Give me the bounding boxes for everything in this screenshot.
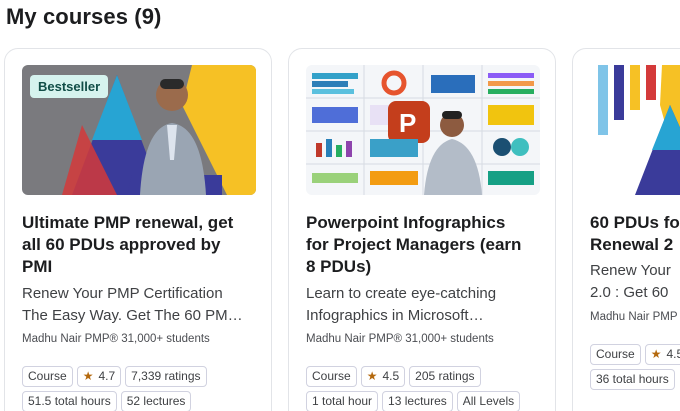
- course-description: Learn to create eye-catching Infographic…: [306, 283, 555, 327]
- total-hours: 1 total hour: [306, 391, 379, 411]
- course-meta: Course ★ 4.5 36 total hours: [590, 344, 680, 394]
- course-thumbnail[interactable]: Bestseller: [22, 65, 256, 195]
- star-icon: ★: [650, 347, 662, 361]
- course-title-line: all 60 PDUs approved by: [22, 235, 221, 254]
- rating-value: 4.5: [666, 347, 680, 361]
- course-card[interactable]: Bestseller Ultimate PMP renewal, get all…: [4, 48, 272, 411]
- ratings-count: 205 ratings: [409, 366, 481, 387]
- course-description-line: Renew Your PMP Certification: [22, 285, 223, 302]
- course-title-line: for Project Managers (earn: [306, 235, 522, 254]
- course-description-line: Infographics in Microsoft…: [306, 307, 484, 324]
- total-hours: 36 total hours: [590, 369, 675, 390]
- lecture-count: 52 lectures: [120, 391, 192, 411]
- course-thumbnail-image: P: [306, 65, 540, 195]
- star-icon: ★: [82, 369, 94, 383]
- course-title[interactable]: Ultimate PMP renewal, get all 60 PDUs ap…: [22, 212, 271, 278]
- course-author: Madhu Nair PMP® 31,000+ students: [306, 333, 494, 345]
- page-title: My courses (9): [6, 4, 162, 29]
- total-hours: 51.5 total hours: [22, 391, 117, 411]
- course-title[interactable]: 60 PDUs fo Renewal 2: [590, 212, 680, 256]
- course-thumbnail-image: [590, 65, 680, 195]
- course-description-line: Learn to create eye-catching: [306, 285, 497, 302]
- course-description: Renew Your PMP Certification The Easy Wa…: [22, 283, 271, 327]
- course-title-line: Ultimate PMP renewal, get: [22, 213, 234, 232]
- course-thumbnail[interactable]: P: [306, 65, 540, 195]
- course-title[interactable]: Powerpoint Infographics for Project Mana…: [306, 212, 555, 278]
- star-icon: ★: [366, 369, 378, 383]
- course-description: Renew Your 2.0 : Get 60: [590, 260, 680, 304]
- course-description-line: 2.0 : Get 60: [590, 284, 669, 301]
- course-description-line: Renew Your: [590, 262, 671, 279]
- course-meta: Course ★ 4.7 7,339 ratings 51.5 total hou…: [22, 366, 271, 411]
- course-description-line: The Easy Way. Get The 60 PM…: [22, 307, 243, 324]
- rating-pill: ★ 4.5: [360, 366, 406, 387]
- course-title-line: 60 PDUs fo: [590, 213, 680, 232]
- course-card[interactable]: 60 PDUs fo Renewal 2 Renew Your 2.0 : Ge…: [572, 48, 680, 411]
- lecture-count: 13 lectures: [382, 391, 453, 411]
- course-type-tag: Course: [590, 344, 641, 365]
- level-tag: All Levels: [456, 391, 521, 411]
- rating-pill: ★ 4.5: [644, 344, 680, 365]
- course-meta: Course ★ 4.5 205 ratings 1 total hour 13 …: [306, 366, 555, 411]
- course-author: Madhu Nair PMP® 31,000+ students: [22, 333, 210, 345]
- rating-value: 4.5: [382, 369, 400, 383]
- rating-value: 4.7: [98, 369, 116, 383]
- course-title-line: Renewal 2: [590, 235, 674, 254]
- rating-pill: ★ 4.7: [76, 366, 122, 387]
- svg-text:P: P: [399, 108, 416, 138]
- course-title-line: 8 PDUs): [306, 257, 372, 276]
- course-card[interactable]: P Powerpoint Infographics for Project Ma…: [288, 48, 556, 411]
- bestseller-badge: Bestseller: [30, 75, 109, 98]
- course-author: Madhu Nair PMP: [590, 311, 678, 323]
- course-type-tag: Course: [22, 366, 73, 387]
- ratings-count: 7,339 ratings: [125, 366, 207, 387]
- course-title-line: Powerpoint Infographics: [306, 213, 506, 232]
- course-title-line: PMI: [22, 257, 53, 276]
- course-type-tag: Course: [306, 366, 357, 387]
- course-thumbnail[interactable]: [590, 65, 680, 195]
